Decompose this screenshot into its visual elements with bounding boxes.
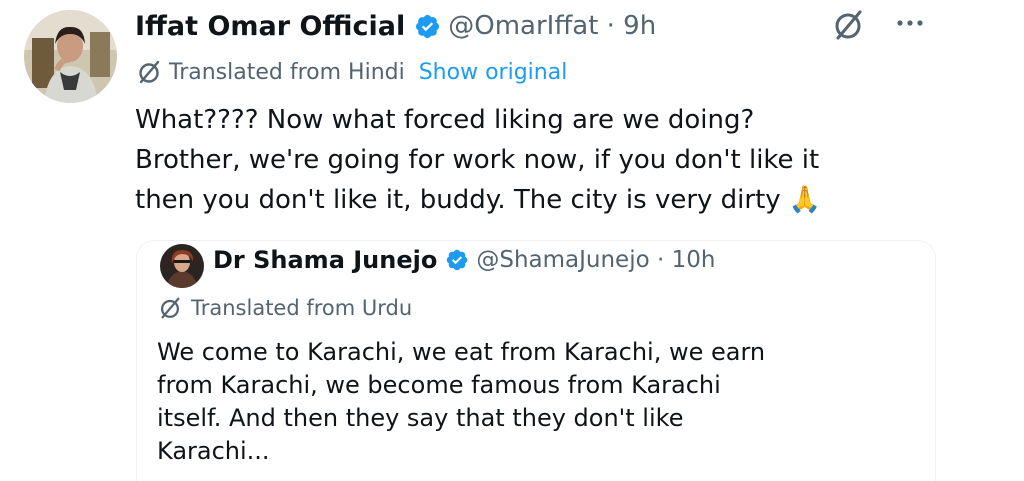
tweet-text: What???? Now what forced liking are we d… bbox=[135, 100, 955, 220]
translated-label: Translated from Hindi bbox=[169, 59, 405, 85]
grok-icon[interactable] bbox=[831, 8, 865, 42]
verified-badge-icon bbox=[445, 248, 469, 272]
handle-timestamp[interactable]: @OmarIffat · 9h bbox=[448, 11, 656, 41]
quoted-tweet-header: Dr Shama Junejo @ShamaJunejo · 10h bbox=[213, 243, 715, 277]
show-original-link[interactable]: Show original bbox=[419, 60, 568, 85]
tweet-text-line: What???? Now what forced liking are we d… bbox=[135, 105, 755, 135]
quoted-avatar-photo bbox=[160, 244, 204, 288]
quoted-text-line: itself. And then they say that they don'… bbox=[157, 404, 684, 432]
verified-badge-icon bbox=[414, 13, 441, 40]
more-icon[interactable] bbox=[888, 12, 932, 34]
author-name[interactable]: Iffat Omar Official bbox=[135, 11, 405, 42]
tweet-text-line: Brother, we're going for work now, if yo… bbox=[135, 145, 820, 175]
quoted-translated-label: Translated from Urdu bbox=[191, 296, 413, 320]
quoted-handle-timestamp[interactable]: @ShamaJunejo · 10h bbox=[476, 247, 715, 273]
quoted-text-line: from Karachi, we become famous from Kara… bbox=[157, 371, 721, 399]
translation-notice: Translated from Hindi Show original bbox=[135, 56, 567, 88]
quoted-translation-notice: Translated from Urdu bbox=[157, 292, 412, 324]
quoted-text-line: We come to Karachi, we eat from Karachi,… bbox=[157, 338, 766, 366]
avatar[interactable] bbox=[24, 10, 117, 103]
quoted-avatar[interactable] bbox=[160, 244, 204, 288]
translate-icon bbox=[157, 295, 183, 321]
tweet-header: Iffat Omar Official @OmarIffat · 9h bbox=[135, 6, 656, 46]
quoted-tweet-text: We come to Karachi, we eat from Karachi,… bbox=[157, 336, 917, 468]
translate-icon bbox=[135, 58, 163, 86]
quoted-text-line: Karachi... bbox=[157, 437, 270, 465]
quoted-author-name[interactable]: Dr Shama Junejo bbox=[213, 246, 437, 274]
avatar-photo bbox=[24, 10, 117, 103]
tweet-text-line: then you don't like it, buddy. The city … bbox=[135, 185, 822, 215]
